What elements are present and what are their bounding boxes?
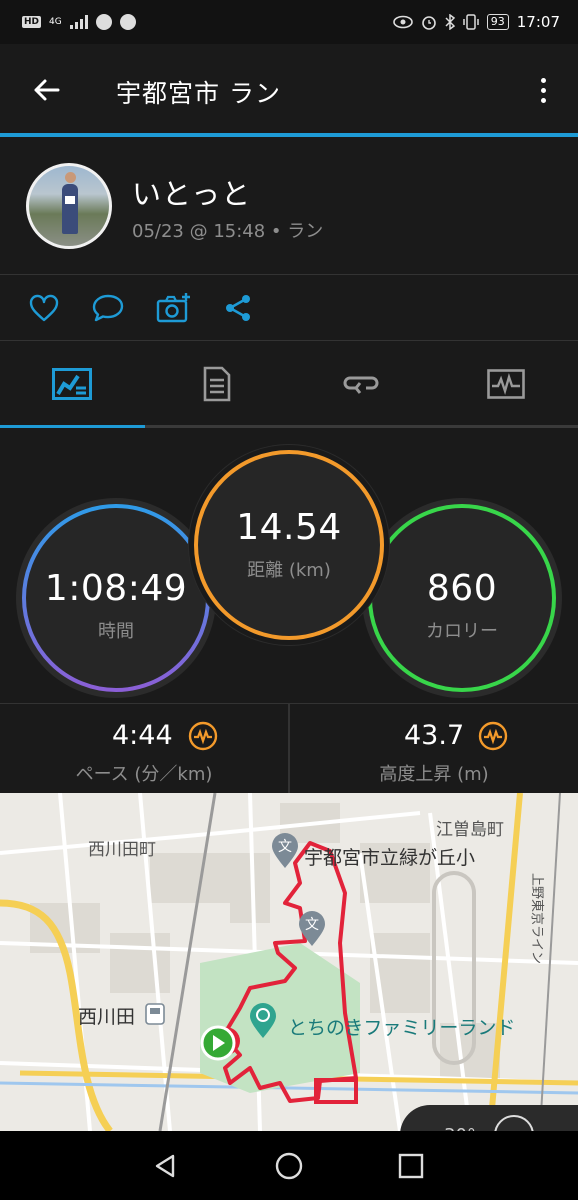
distance-stat[interactable]: 14.54 距離 (km) xyxy=(188,444,390,646)
tab-details[interactable] xyxy=(145,342,290,426)
tab-graphs[interactable] xyxy=(434,342,578,426)
time-value: 1:08:49 xyxy=(44,567,188,609)
arrow-back-icon xyxy=(34,79,60,101)
social-actions xyxy=(0,275,578,341)
app-bar: 宇都宮市 ラン xyxy=(0,44,578,136)
route-map[interactable]: 文 文 西川田町 江曽島町 宇都宮市立緑が丘小 西川田 とちのきファミリーランド… xyxy=(0,793,578,1131)
map-label-school: 宇都宮市立緑が丘小 xyxy=(304,847,476,869)
time-label: 時間 xyxy=(98,620,134,642)
map-label-esojima-cho: 江曽島町 xyxy=(436,820,504,840)
time-stat[interactable]: 1:08:49 時間 xyxy=(16,498,216,698)
nav-recents-square-icon xyxy=(398,1153,424,1179)
user-name[interactable]: いとっと xyxy=(132,171,251,213)
more-dot-icon xyxy=(540,87,546,93)
back-button[interactable] xyxy=(26,72,66,108)
share-icon xyxy=(226,295,250,321)
school-pin-icon: 文 xyxy=(272,833,298,868)
start-marker-icon xyxy=(200,1025,240,1061)
lap-loop-icon xyxy=(343,376,379,394)
network-type: 4G xyxy=(49,17,62,27)
bluetooth-icon xyxy=(445,14,455,30)
share-button[interactable] xyxy=(220,291,256,325)
add-photo-icon xyxy=(156,293,190,323)
svg-text:文: 文 xyxy=(305,917,319,933)
tab-overview[interactable] xyxy=(0,342,145,426)
nav-recents-button[interactable] xyxy=(394,1149,428,1183)
activity-tabs xyxy=(0,342,578,430)
calories-stat[interactable]: 860 カロリー xyxy=(362,498,562,698)
heart-icon xyxy=(29,294,59,322)
activity-owner: いとっと 05/23 @ 15:48 • ラン xyxy=(0,137,578,275)
hd-icon: HD xyxy=(22,16,42,28)
more-options-button[interactable] xyxy=(528,72,558,108)
like-button[interactable] xyxy=(26,291,62,325)
eye-icon xyxy=(392,15,413,29)
battery-indicator: 93 xyxy=(486,14,509,30)
distance-label: 距離 (km) xyxy=(247,559,331,581)
park-pin-icon xyxy=(250,1003,276,1038)
secondary-stats: 4:44 ペース (分／km) 43.7 高度上昇 (m) xyxy=(0,703,578,794)
nav-back-button[interactable] xyxy=(148,1149,182,1183)
calories-value: 860 xyxy=(426,567,498,609)
graph-monitor-icon xyxy=(486,369,525,399)
nav-home-button[interactable] xyxy=(272,1149,306,1183)
calories-label: カロリー xyxy=(426,620,498,642)
train-station-icon xyxy=(145,1003,165,1025)
more-dot-icon xyxy=(540,97,546,103)
signal-icon xyxy=(69,15,88,29)
elevation-label: 高度上昇 (m) xyxy=(379,764,489,785)
add-photo-button[interactable] xyxy=(156,291,192,325)
map-label-station: 西川田 xyxy=(78,1006,136,1028)
map-label-park: とちのきファミリーランド xyxy=(288,1017,516,1039)
summary-stats: 1:08:49 時間 860 カロリー 14.54 距離 (km) xyxy=(0,428,578,703)
elevation-stat[interactable]: 43.7 高度上昇 (m) xyxy=(290,704,578,794)
avatar-photo xyxy=(62,172,78,234)
music-icon xyxy=(119,14,136,30)
comment-button[interactable] xyxy=(90,291,126,325)
map-label-nishikawada-cho: 西川田町 xyxy=(88,840,156,860)
activity-meta: 05/23 @ 15:48 • ラン xyxy=(132,221,324,242)
status-bar: HD 4G 93 17:07 xyxy=(0,0,578,44)
map-label-rail-line: 上野東京ライン xyxy=(529,873,544,965)
system-nav-bar xyxy=(0,1131,578,1200)
document-icon xyxy=(203,366,231,402)
comment-icon xyxy=(92,294,124,322)
pace-stat[interactable]: 4:44 ペース (分／km) xyxy=(0,704,288,794)
nav-back-triangle-icon xyxy=(155,1154,175,1178)
alarm-icon xyxy=(421,16,436,30)
elevation-value: 43.7 xyxy=(404,720,465,751)
nav-home-circle-icon xyxy=(275,1152,303,1180)
distance-value: 14.54 xyxy=(236,506,342,548)
school-pin-icon: 文 xyxy=(299,911,325,946)
more-dot-icon xyxy=(540,77,546,83)
status-time: 17:07 xyxy=(516,13,560,31)
status-left: HD 4G xyxy=(22,14,136,30)
pace-chart-icon xyxy=(188,721,218,751)
avatar[interactable] xyxy=(26,163,112,249)
data-saver-icon xyxy=(95,14,112,30)
overview-chart-icon xyxy=(52,368,93,400)
pace-value: 4:44 xyxy=(112,720,173,751)
tab-laps[interactable] xyxy=(289,342,434,426)
status-right: 93 17:07 xyxy=(392,13,560,31)
elevation-chart-icon xyxy=(478,721,508,751)
vibrate-icon xyxy=(463,14,479,30)
pace-label: ペース (分／km) xyxy=(75,764,213,785)
svg-text:文: 文 xyxy=(278,839,292,855)
page-title: 宇都宮市 ラン xyxy=(116,79,281,108)
